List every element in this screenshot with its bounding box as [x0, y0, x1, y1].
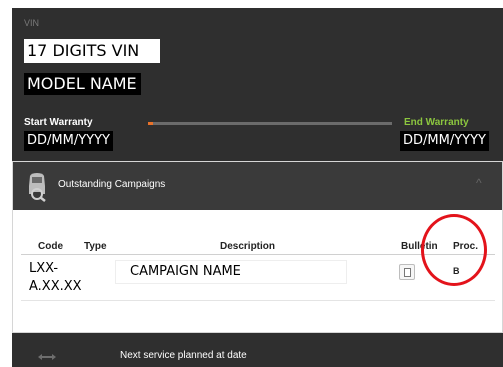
- campaigns-panel-header[interactable]: Outstanding Campaigns ^: [13, 162, 502, 210]
- chevron-up-icon[interactable]: ^: [476, 176, 482, 190]
- column-header-description: Description: [220, 241, 276, 252]
- campaign-code: LXX-A.XX.XX: [29, 261, 82, 294]
- warranty-progress-bar: [148, 122, 392, 125]
- start-warranty-label: Start Warranty: [24, 117, 93, 128]
- model-name: MODEL NAME: [24, 73, 141, 95]
- end-warranty-label: End Warranty: [404, 117, 469, 128]
- bulletin-button[interactable]: [399, 264, 415, 280]
- proc-column-highlight: [421, 214, 487, 286]
- vehicle-card: VIN 17 DIGITS VIN MODEL NAME Start Warra…: [12, 8, 503, 367]
- column-header-code: Code: [38, 241, 63, 252]
- vin-label: VIN: [24, 18, 40, 28]
- campaign-description: CAMPAIGN NAME: [115, 260, 347, 284]
- column-header-type: Type: [84, 241, 107, 252]
- campaigns-panel-title: Outstanding Campaigns: [58, 179, 166, 190]
- vin-value: 17 DIGITS VIN: [24, 39, 160, 63]
- start-warranty-value: DD/MM/YYYY: [24, 131, 113, 151]
- end-warranty-value: DD/MM/YYYY: [400, 131, 489, 151]
- document-icon: [404, 268, 411, 277]
- car-search-icon: [29, 173, 46, 202]
- table-row-divider: [21, 300, 495, 301]
- warranty-progress-fill: [148, 122, 153, 125]
- next-service-text: Next service planned at date: [120, 350, 247, 361]
- next-service-bar: Next service planned at date: [12, 333, 503, 367]
- wrench-icon: [38, 354, 56, 360]
